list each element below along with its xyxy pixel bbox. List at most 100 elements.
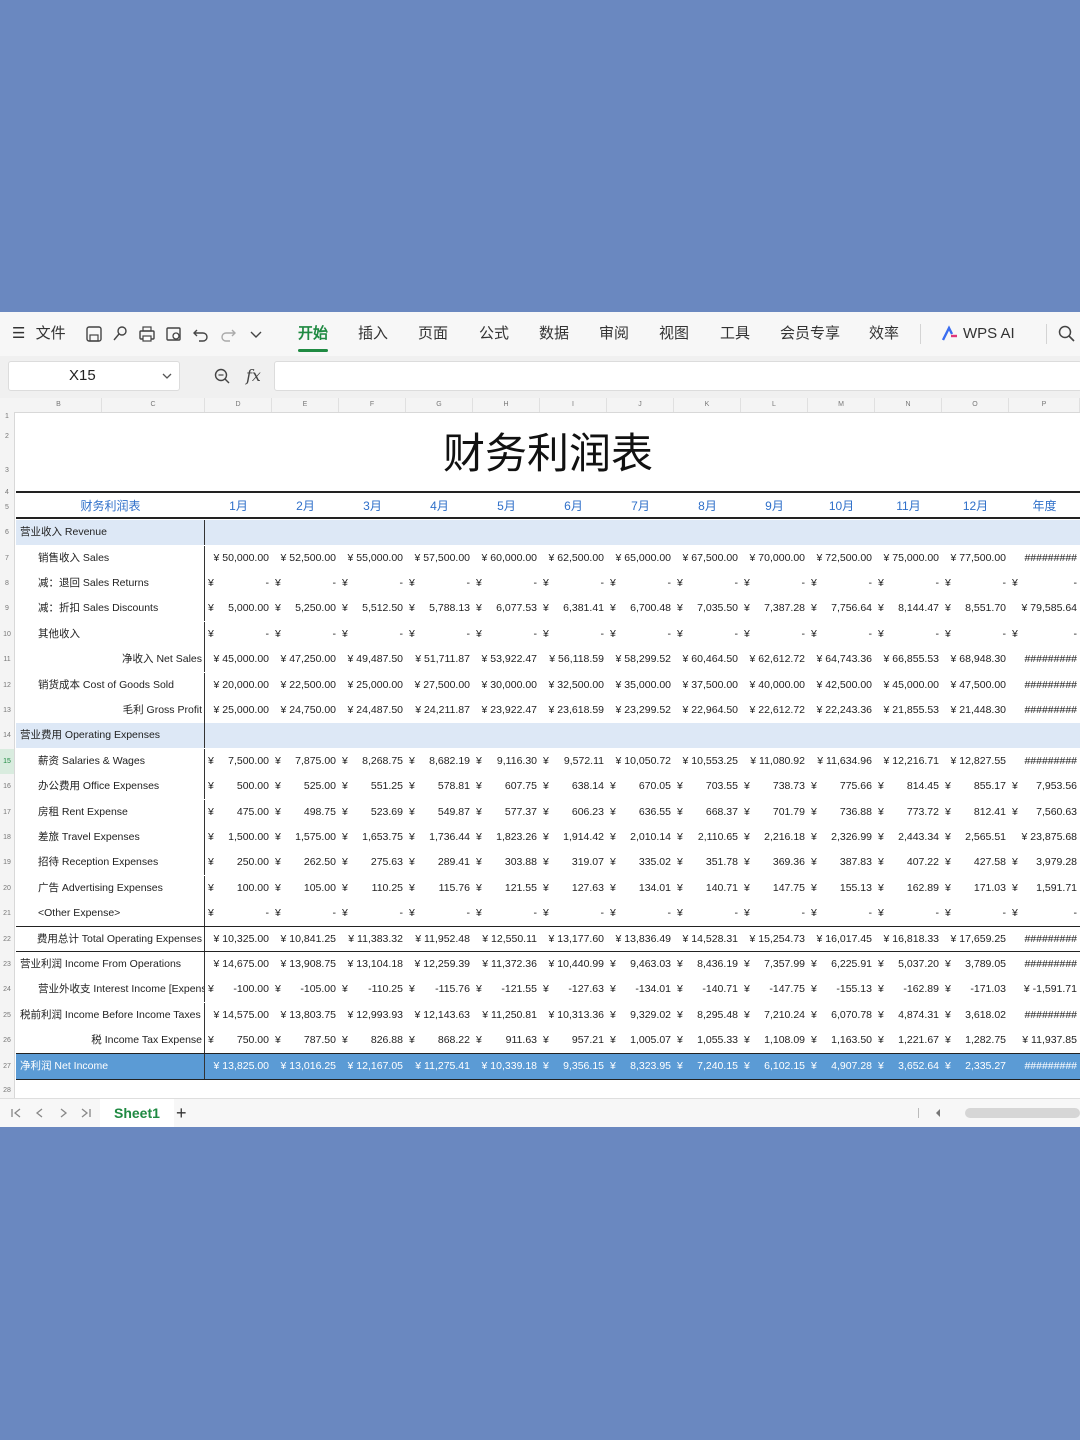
value-cell[interactable]: ¥812.41 [942, 800, 1009, 825]
row-label[interactable]: 费用总计 Total Operating Expenses [16, 927, 205, 952]
row-header[interactable]: 2 [0, 422, 14, 452]
value-cell[interactable]: ¥3,789.05 [942, 952, 1009, 977]
month-header[interactable]: 3月 [339, 494, 406, 519]
next-sheet-icon[interactable] [57, 1107, 69, 1119]
value-cell[interactable]: ¥ 23,618.59 [540, 698, 607, 723]
value-cell[interactable]: ¥8,144.47 [875, 596, 942, 621]
value-cell[interactable]: ¥ - [406, 622, 473, 647]
value-cell[interactable]: ¥ 13,908.75 [272, 952, 339, 977]
value-cell[interactable]: ¥1,736.44 [406, 825, 473, 850]
value-cell[interactable]: ¥ 13,836.49 [607, 927, 674, 952]
value-cell[interactable]: ¥ 52,500.00 [272, 546, 339, 571]
value-cell[interactable]: ¥ 23,299.52 [607, 698, 674, 723]
value-cell[interactable]: ¥162.89 [875, 876, 942, 901]
value-cell[interactable]: ¥262.50 [272, 850, 339, 875]
month-header[interactable]: 8月 [674, 494, 741, 519]
tab-insert[interactable]: 插入 [358, 312, 388, 356]
value-cell[interactable]: ¥ - [272, 901, 339, 926]
value-cell[interactable]: ¥2,110.65 [674, 825, 741, 850]
value-cell[interactable]: ¥ - [607, 571, 674, 596]
value-cell[interactable]: ¥7,210.24 [741, 1003, 808, 1028]
value-cell[interactable]: ¥738.73 [741, 774, 808, 799]
value-cell[interactable]: ¥606.23 [540, 800, 607, 825]
value-cell[interactable]: ¥369.36 [741, 850, 808, 875]
value-cell[interactable]: ¥ 13,104.18 [339, 952, 406, 977]
value-cell[interactable]: ¥ - [942, 901, 1009, 926]
value-cell[interactable]: ¥ 15,254.73 [741, 927, 808, 952]
row-header[interactable]: 5 [0, 495, 14, 520]
row-header[interactable]: 10 [0, 622, 14, 647]
wps-ai-button[interactable]: WPS AI [963, 312, 1015, 356]
row-header[interactable]: 8 [0, 571, 14, 596]
value-cell[interactable]: ¥100.00 [205, 876, 272, 901]
value-cell[interactable]: ######### [1009, 952, 1080, 977]
value-cell[interactable]: ¥ 37,500.00 [674, 673, 741, 698]
column-header[interactable]: J [607, 398, 674, 412]
row-label[interactable]: 减：折扣 Sales Discounts [16, 596, 205, 621]
value-cell[interactable]: ¥1,591.71 [1009, 876, 1080, 901]
row-header[interactable]: 7 [0, 546, 14, 571]
value-cell[interactable]: ¥105.00 [272, 876, 339, 901]
value-cell[interactable]: ¥9,356.15 [540, 1054, 607, 1079]
value-cell[interactable]: ¥ 22,243.36 [808, 698, 875, 723]
value-cell[interactable]: ¥ - [674, 622, 741, 647]
value-cell[interactable]: ¥ - [473, 622, 540, 647]
column-header[interactable]: P [1009, 398, 1080, 412]
value-cell[interactable]: ¥ - [339, 622, 406, 647]
tab-formulas[interactable]: 公式 [479, 312, 509, 356]
value-cell[interactable]: ¥ 12,259.39 [406, 952, 473, 977]
print-icon[interactable] [137, 324, 157, 344]
value-cell[interactable]: ¥ - [473, 571, 540, 596]
value-cell[interactable]: ¥6,225.91 [808, 952, 875, 977]
value-cell[interactable]: ¥ - [942, 571, 1009, 596]
value-cell[interactable]: ¥ 10,841.25 [272, 927, 339, 952]
value-cell[interactable]: ¥ 22,612.72 [741, 698, 808, 723]
value-cell[interactable]: ¥1,575.00 [272, 825, 339, 850]
value-cell[interactable]: ¥1,108.09 [741, 1028, 808, 1053]
value-cell[interactable]: ¥ 47,250.00 [272, 647, 339, 672]
row-label[interactable]: 其他收入 [16, 622, 205, 647]
value-cell[interactable]: ¥ 10,553.25 [674, 749, 741, 774]
row-label[interactable]: 销货成本 Cost of Goods Sold [16, 673, 205, 698]
value-cell[interactable]: ¥ 12,216.71 [875, 749, 942, 774]
tab-review[interactable]: 审阅 [599, 312, 629, 356]
value-cell[interactable]: ¥7,387.28 [741, 596, 808, 621]
value-cell[interactable]: ¥3,979.28 [1009, 850, 1080, 875]
value-cell[interactable]: ¥ 35,000.00 [607, 673, 674, 698]
row-label[interactable]: 净收入 Net Sales [16, 647, 205, 672]
value-cell[interactable]: ¥ 10,313.36 [540, 1003, 607, 1028]
value-cell[interactable]: ¥551.25 [339, 774, 406, 799]
month-header[interactable]: 9月 [741, 494, 808, 519]
value-cell[interactable]: ¥ 13,177.60 [540, 927, 607, 952]
value-cell[interactable]: ¥171.03 [942, 876, 1009, 901]
row-header[interactable]: 17 [0, 800, 14, 825]
value-cell[interactable]: ¥6,077.53 [473, 596, 540, 621]
row-header[interactable]: 19 [0, 850, 14, 876]
value-cell[interactable]: ¥ 21,448.30 [942, 698, 1009, 723]
value-cell[interactable]: ¥ 14,575.00 [205, 1003, 272, 1028]
redo-icon[interactable] [218, 324, 238, 344]
tab-view[interactable]: 视图 [659, 312, 689, 356]
value-cell[interactable]: ¥ 58,299.52 [607, 647, 674, 672]
chevron-down-icon[interactable] [161, 370, 173, 382]
value-cell[interactable]: ######### [1009, 927, 1080, 952]
value-cell[interactable]: ¥ -134.01 [607, 977, 674, 1002]
value-cell[interactable]: ¥ 10,325.00 [205, 927, 272, 952]
row-label[interactable]: <Other Expense> [16, 901, 205, 926]
value-cell[interactable]: ¥115.76 [406, 876, 473, 901]
column-header[interactable]: H [473, 398, 540, 412]
value-cell[interactable]: ¥ - [674, 901, 741, 926]
value-cell[interactable]: ¥525.00 [272, 774, 339, 799]
value-cell[interactable]: ¥ - [339, 571, 406, 596]
value-cell[interactable]: ¥ 45,000.00 [875, 673, 942, 698]
print-preview-icon[interactable] [164, 324, 184, 344]
value-cell[interactable]: ¥736.88 [808, 800, 875, 825]
tab-data[interactable]: 数据 [539, 312, 569, 356]
value-cell[interactable]: ¥ -105.00 [272, 977, 339, 1002]
value-cell[interactable]: ¥5,512.50 [339, 596, 406, 621]
value-cell[interactable]: ¥ -171.03 [942, 977, 1009, 1002]
value-cell[interactable]: ¥5,788.13 [406, 596, 473, 621]
value-cell[interactable]: ¥ - [272, 571, 339, 596]
value-cell[interactable]: ¥275.63 [339, 850, 406, 875]
value-cell[interactable]: ¥ 12,167.05 [339, 1054, 406, 1079]
